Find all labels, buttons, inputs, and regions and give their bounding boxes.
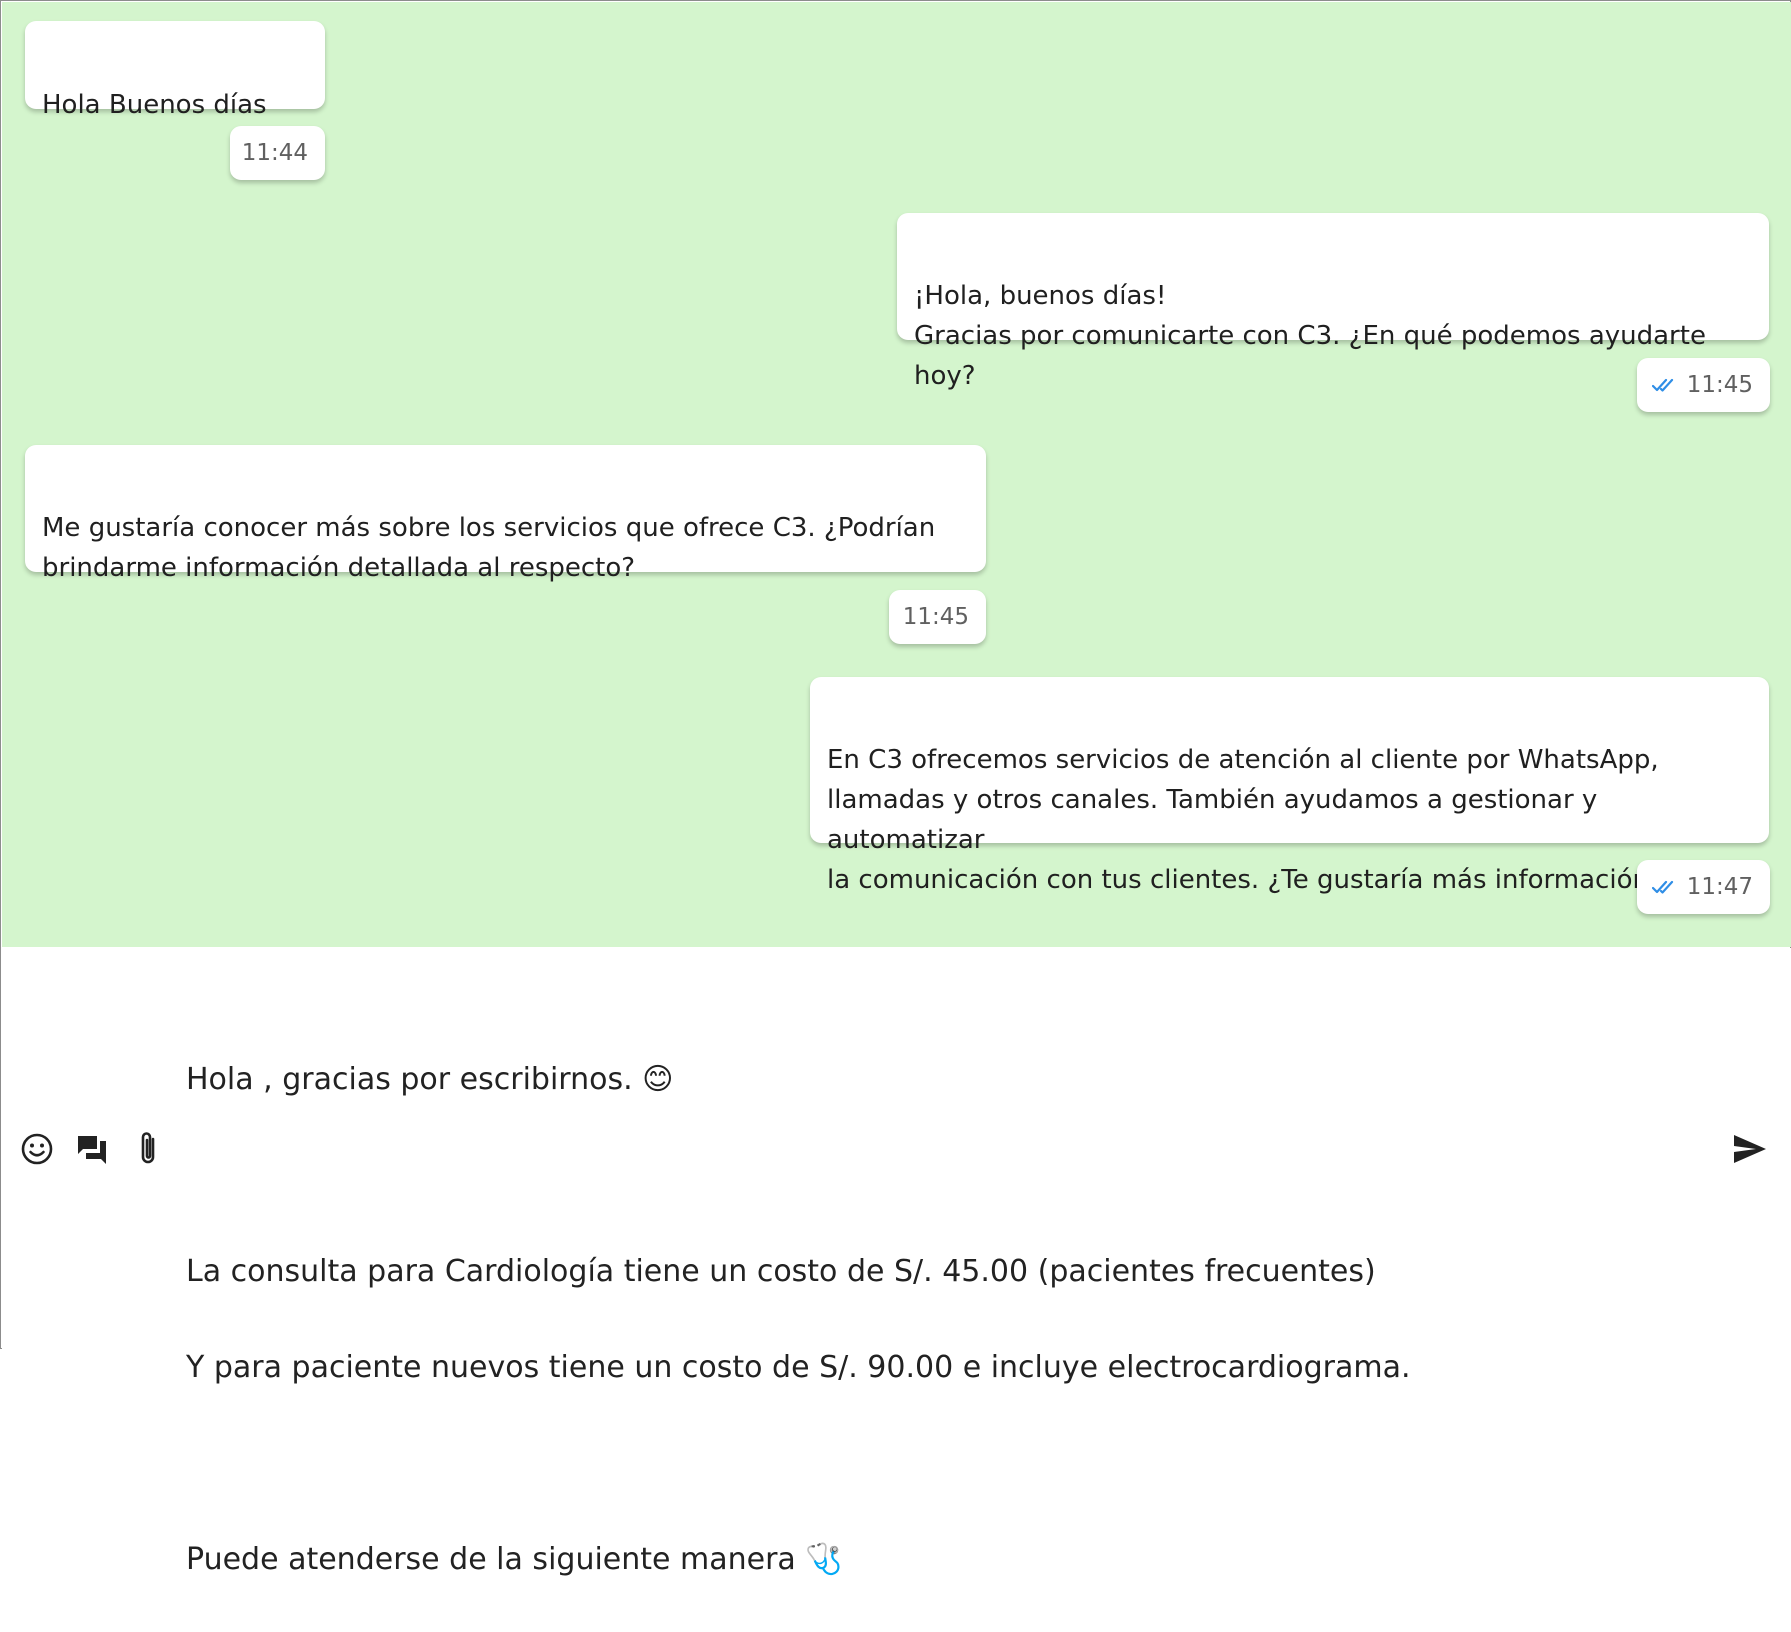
- draft-line: Y para paciente nuevos tiene un costo de…: [186, 1350, 1411, 1385]
- message-time: 11:47: [1686, 874, 1753, 900]
- message-input[interactable]: Hola , gracias por escribirnos. 😊 La con…: [186, 1008, 1666, 1632]
- draft-line: Puede atenderse de la siguiente manera 🩺: [186, 1542, 843, 1577]
- emoji-icon[interactable]: [17, 1129, 57, 1169]
- message-time: 11:44: [241, 140, 308, 166]
- incoming-message-bubble: Hola Buenos días: [25, 21, 325, 120]
- incoming-message-bubble: Me gustaría conocer más sobre los servic…: [25, 445, 986, 583]
- message-text: En C3 ofrecemos servicios de atención al…: [827, 745, 1663, 895]
- message-timestamp: 11:47: [1637, 860, 1770, 914]
- outgoing-message-bubble: ¡Hola, buenos días! Gracias por comunica…: [897, 213, 1769, 391]
- message-timestamp: 11:45: [1637, 358, 1770, 412]
- double-check-icon: [1651, 879, 1678, 895]
- quick-replies-icon[interactable]: [72, 1129, 112, 1169]
- message-timestamp: 11:44: [230, 126, 325, 180]
- message-text: Me gustaría conocer más sobre los servic…: [42, 513, 936, 583]
- draft-line: La consulta para Cardiología tiene un co…: [186, 1254, 1376, 1289]
- chat-window: Hola Buenos días 11:44 ¡Hola, buenos día…: [0, 0, 1791, 1577]
- message-composer: Hola , gracias por escribirnos. 😊 La con…: [2, 948, 1791, 1577]
- double-check-icon: [1651, 377, 1678, 393]
- message-text: ¡Hola, buenos días! Gracias por comunica…: [914, 281, 1706, 391]
- message-time: 11:45: [902, 604, 969, 630]
- attach-icon[interactable]: [128, 1129, 168, 1169]
- outgoing-message-bubble: En C3 ofrecemos servicios de atención al…: [810, 677, 1769, 895]
- message-text: Hola Buenos días: [42, 90, 267, 120]
- message-timestamp: 11:45: [889, 590, 986, 644]
- draft-line: Hola , gracias por escribirnos. 😊: [186, 1062, 674, 1097]
- send-icon[interactable]: [1728, 1129, 1772, 1169]
- message-list: Hola Buenos días 11:44 ¡Hola, buenos día…: [2, 2, 1791, 947]
- message-time: 11:45: [1686, 372, 1753, 398]
